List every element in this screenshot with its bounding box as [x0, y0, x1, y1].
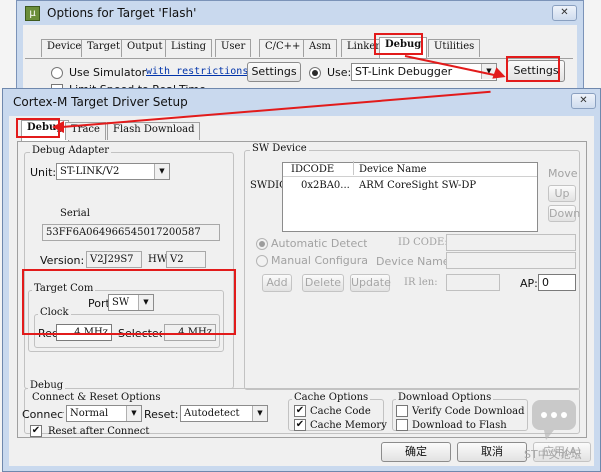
options-tab-row: Device Target Output Listing User C/C++ …	[41, 37, 571, 59]
update-button[interactable]: Update	[350, 274, 391, 292]
device-name-label: Device Name:	[376, 255, 454, 268]
move-label: Move	[548, 167, 578, 180]
device-name-field[interactable]	[446, 252, 576, 269]
reset-select-value: Autodetect	[184, 408, 240, 419]
connect-label: Connect:	[22, 408, 64, 421]
ok-button[interactable]: 确定	[381, 442, 451, 462]
options-window-title: Options for Target 'Flash'	[47, 6, 197, 20]
with-restrictions-link[interactable]: with restrictions	[146, 66, 248, 77]
annotation-arrow-head-2	[52, 121, 64, 133]
col-device-name: Device Name	[359, 164, 427, 175]
tab-utilities[interactable]: Utilities	[428, 39, 481, 57]
sw-device-table: IDCODE Device Name 0x2BA0... ARM CoreSig…	[282, 161, 538, 232]
close-icon[interactable]: ✕	[552, 5, 577, 21]
debug-adapter-group-label: Debug Adapter	[30, 145, 112, 156]
use-simulator-label: Use Simulator	[69, 66, 147, 79]
add-button[interactable]: Add	[262, 274, 292, 292]
serial-field: 53FF6A064966545017200587	[42, 224, 220, 241]
tab-flash-download[interactable]: Flash Download	[107, 122, 201, 140]
version-label: Version:	[40, 254, 85, 267]
column-divider	[353, 161, 354, 175]
chevron-down-icon: ▼	[154, 164, 169, 179]
reset-after-connect-checkbox[interactable]: ✔	[30, 425, 42, 437]
serial-label: Serial	[60, 208, 90, 219]
cache-code-checkbox[interactable]: ✔	[294, 405, 306, 417]
tab-user[interactable]: User	[215, 39, 252, 57]
hw-field: V2	[166, 251, 206, 268]
move-up-button[interactable]: Up	[548, 185, 576, 202]
ir-len-label: IR len:	[404, 277, 438, 288]
chat-bubble-icon	[532, 400, 576, 440]
manual-configuration-label: Manual Configuration	[271, 254, 367, 267]
cache-memory-checkbox[interactable]: ✔	[294, 419, 306, 431]
download-to-flash-label: Download to Flash	[412, 420, 507, 431]
options-title-bar: µ Options for Target 'Flash' ✕	[17, 1, 583, 25]
keil-app-icon: µ	[25, 6, 40, 21]
reset-label: Reset:	[144, 408, 178, 421]
tab-listing[interactable]: Listing	[165, 39, 213, 57]
verify-code-download-checkbox[interactable]	[396, 405, 408, 417]
col-idcode: IDCODE	[291, 164, 335, 175]
row-device-name: ARM CoreSight SW-DP	[359, 180, 477, 191]
unit-select[interactable]: ST-LINK/V2 ▼	[56, 163, 170, 180]
ap-field[interactable]: 0	[538, 274, 576, 291]
unit-label: Unit:	[30, 166, 57, 179]
download-options-label: Download Options	[396, 392, 494, 403]
chevron-down-icon: ▼	[126, 406, 141, 421]
tab-output[interactable]: Output	[121, 39, 169, 57]
sw-device-table-header: IDCODE Device Name	[283, 161, 537, 177]
version-field: V2J29S7	[86, 251, 142, 268]
tab-c-cpp[interactable]: C/C++	[259, 39, 307, 57]
reset-select[interactable]: Autodetect ▼	[180, 405, 268, 422]
connect-select-value: Normal	[70, 408, 109, 419]
use-debugger-radio[interactable]	[309, 67, 321, 79]
ir-len-field[interactable]	[446, 274, 500, 291]
row-idcode: 0x2BA0...	[301, 180, 350, 191]
forum-watermark: ST中文论坛	[524, 398, 594, 466]
debug-options-group-label: Debug	[28, 380, 66, 391]
tab-asm[interactable]: Asm	[303, 39, 337, 57]
use-label: Use:	[327, 66, 352, 79]
unit-select-value: ST-LINK/V2	[60, 166, 120, 177]
chevron-down-icon: ▼	[252, 406, 267, 421]
dialog-close-icon[interactable]: ✕	[571, 93, 596, 109]
settings-button-highlight	[506, 56, 560, 82]
tab-target[interactable]: Target	[81, 39, 126, 57]
cancel-button[interactable]: 取消	[457, 442, 527, 462]
connect-reset-label: Connect & Reset Options	[30, 392, 163, 403]
delete-button[interactable]: Delete	[302, 274, 344, 292]
ap-label: AP:	[520, 277, 538, 290]
connect-select[interactable]: Normal ▼	[66, 405, 142, 422]
manual-configuration-radio[interactable]	[256, 255, 268, 267]
move-down-button[interactable]: Down	[548, 205, 580, 222]
debug-tab-highlight	[374, 33, 423, 55]
cache-code-label: Cache Code	[310, 406, 371, 417]
id-code-field[interactable]	[446, 234, 576, 251]
watermark-text: ST中文论坛	[524, 448, 582, 461]
id-code-label: ID CODE:	[398, 237, 448, 248]
options-for-target-window: µ Options for Target 'Flash' ✕ Device Ta…	[16, 0, 584, 101]
automatic-detection-label: Automatic Detection	[271, 237, 367, 250]
cache-memory-label: Cache Memory	[310, 420, 387, 431]
automatic-detection-radio[interactable]	[256, 238, 268, 250]
reset-after-connect-label: Reset after Connect	[48, 426, 150, 437]
simulator-settings-button[interactable]: Settings	[247, 62, 301, 82]
target-com-highlight	[22, 269, 236, 335]
download-to-flash-checkbox[interactable]	[396, 419, 408, 431]
cache-options-label: Cache Options	[292, 392, 371, 403]
debugger-select-value: ST-Link Debugger	[355, 65, 453, 78]
dialog-title: Cortex-M Target Driver Setup	[13, 95, 188, 109]
sw-device-group-label: SW Device	[250, 143, 309, 154]
sw-device-row[interactable]: 0x2BA0... ARM CoreSight SW-DP	[283, 179, 537, 193]
verify-code-download-label: Verify Code Download	[412, 406, 525, 417]
use-simulator-radio[interactable]	[51, 67, 63, 79]
